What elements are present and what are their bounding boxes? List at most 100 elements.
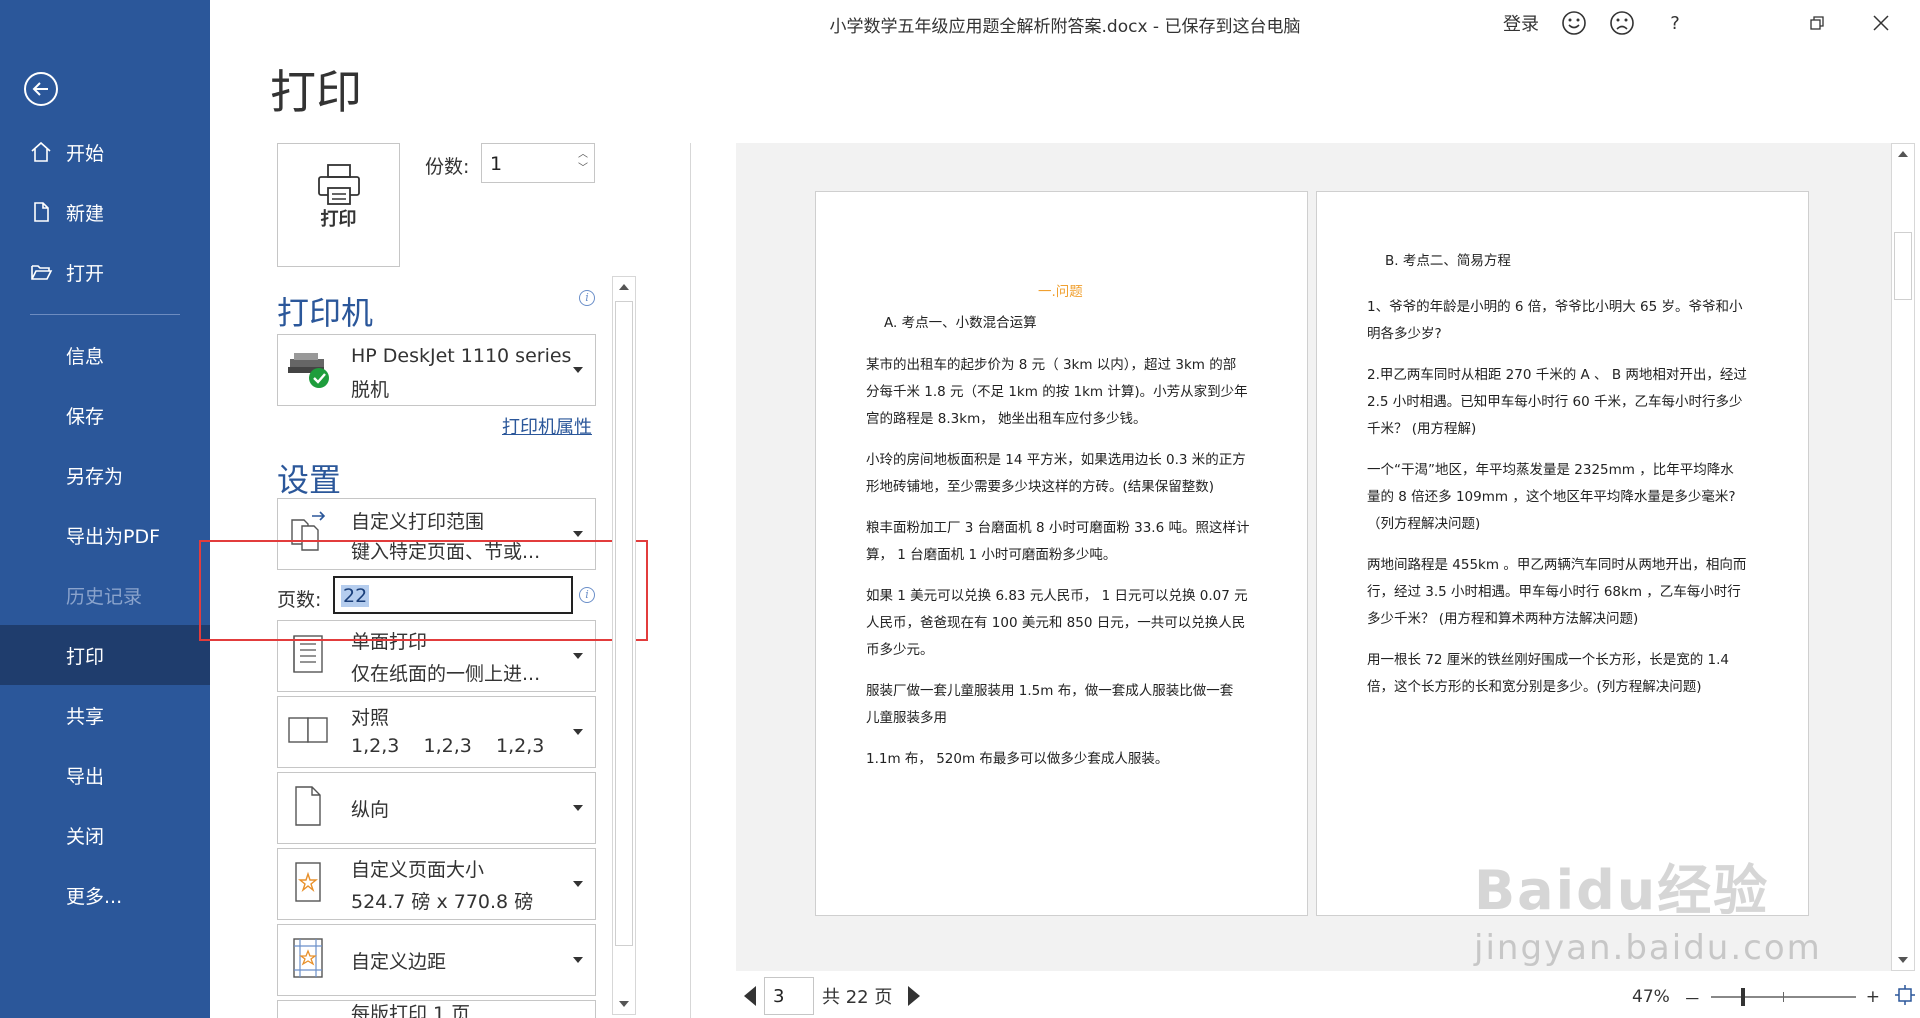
rail-item-open[interactable]: 打开	[0, 242, 210, 302]
rail-item-share[interactable]: 共享	[0, 685, 210, 745]
scroll-down-icon[interactable]	[619, 1001, 629, 1007]
spin-arrows-icon[interactable]: ︿ ﹀	[578, 148, 588, 176]
chevron-down-icon	[573, 531, 583, 537]
rail-divider	[30, 314, 180, 315]
page-text-line: 人民币，爸爸现在有 100 美元和 850 日元，一共可以兑换人民	[866, 615, 1246, 631]
page-text-line: 某市的出租车的起步价为 8 元（ 3km 以内），超过 3km 的部	[866, 357, 1237, 373]
rail-item-label: 导出	[66, 765, 105, 788]
topic-heading: B. 考点二、简易方程	[1385, 253, 1511, 269]
rail-item-label: 开始	[66, 142, 105, 165]
printer-status: 脱机	[351, 379, 390, 401]
settings-scrollbar[interactable]	[612, 276, 636, 1015]
collate-select[interactable]: 对照 1,2,3 1,2,3 1,2,3	[277, 696, 596, 768]
previous-page-icon[interactable]	[744, 986, 756, 1006]
page-text-line: 千米？ (用方程解)	[1367, 421, 1477, 437]
annotation-highlight-box	[199, 540, 648, 641]
preview-scrollbar[interactable]	[1891, 143, 1915, 971]
printer-properties-link[interactable]: 打印机属性	[502, 413, 592, 439]
page-text-line: 2.5 小时相遇。已知甲车每小时行 60 千米，乙车每小时行多少	[1367, 394, 1743, 410]
zoom-slider[interactable]	[1710, 988, 1856, 1006]
pages-per-sheet-select[interactable]: 每版打印 1 页	[277, 1000, 596, 1018]
page-text-line: 宫的路程是 8.3km， 她坐出租车应付多少钱。	[866, 411, 1147, 427]
copies-value: 1	[490, 153, 503, 175]
rail-item-label: 关闭	[66, 825, 105, 848]
margins-select[interactable]: 自定义边距	[277, 924, 596, 996]
chevron-down-icon	[573, 729, 583, 735]
page-text-line: 服装厂做一套儿童服装用 1.5m 布，做一套成人服装比做一套	[866, 683, 1234, 699]
printer-name: HP DeskJet 1110 series	[351, 345, 572, 367]
rail-item-print[interactable]: 打印	[0, 625, 210, 685]
scroll-thumb[interactable]	[615, 301, 633, 946]
chevron-down-icon	[573, 367, 583, 373]
close-window-icon[interactable]	[1866, 8, 1896, 38]
sign-in-link[interactable]: 登录	[1496, 8, 1546, 38]
back-arrow-icon	[32, 82, 48, 96]
restore-window-icon[interactable]	[1802, 8, 1832, 38]
zoom-control: 47% － +	[1632, 982, 1916, 1012]
page-text-line: 分每千米 1.8 元（不足 1km 的按 1km 计算)。小芳从家到少年	[866, 384, 1248, 400]
chevron-down-icon	[573, 881, 583, 887]
rail-item-info[interactable]: 信息	[0, 325, 210, 385]
rail-item-home[interactable]: 开始	[0, 122, 210, 182]
copies-stepper[interactable]: 1 ︿ ﹀	[481, 143, 595, 183]
page-text-line: 两地间路程是 455km 。甲乙两辆汽车同时从两地开出，相向而	[1367, 557, 1747, 573]
settings-heading: 设置	[277, 461, 342, 499]
print-button[interactable]: 打印	[277, 143, 400, 267]
rail-item-new[interactable]: 新建	[0, 182, 210, 242]
zoom-slider-thumb[interactable]	[1740, 988, 1745, 1006]
scroll-up-icon[interactable]	[1898, 151, 1908, 157]
rail-item-export[interactable]: 导出	[0, 745, 210, 805]
rail-item-close[interactable]: 关闭	[0, 805, 210, 865]
chevron-down-icon	[573, 805, 583, 811]
printer-heading: 打印机	[277, 294, 374, 332]
smile-feedback-icon[interactable]	[1558, 8, 1590, 38]
rail-item-save-as[interactable]: 另存为	[0, 445, 210, 505]
scroll-up-icon[interactable]	[619, 284, 629, 290]
home-icon	[0, 140, 66, 164]
page-total: 共 22 页	[822, 987, 893, 1008]
scroll-down-icon[interactable]	[1898, 957, 1908, 963]
collate-icon	[286, 708, 330, 756]
rail-item-save[interactable]: 保存	[0, 385, 210, 445]
rail-item-label: 另存为	[66, 465, 124, 488]
rail-item-label: 新建	[66, 202, 105, 225]
printer-select[interactable]: HP DeskJet 1110 series 脱机	[277, 334, 596, 406]
page-text-line: 2.甲乙两车同时从相距 270 千米的 A 、 B 两地相对开出，经过	[1367, 367, 1747, 383]
page-text-line: 用一根长 72 厘米的铁丝刚好围成一个长方形，长是宽的 1.4	[1367, 652, 1730, 668]
fit-to-window-icon[interactable]	[1894, 984, 1916, 1011]
page-size-icon	[286, 860, 330, 908]
pages-per-sheet-value: 每版打印 1 页	[351, 1003, 471, 1018]
page-text-line: 粮丰面粉加工厂 3 台磨面机 8 小时可磨面粉 33.6 吨。照这样计	[866, 520, 1250, 536]
collate-title: 对照	[351, 707, 390, 729]
orientation-select[interactable]: 纵向	[277, 772, 596, 844]
new-document-icon	[0, 200, 66, 224]
watermark-url: jingyan.baidu.com	[1474, 928, 1822, 968]
backstage-rail: 开始 新建 打开 信息 保存 另存为 导出为PDF 历史记录 打印 共享 导出 …	[0, 0, 210, 1018]
print-button-label: 打印	[320, 209, 357, 230]
margins-icon	[286, 936, 330, 984]
frown-feedback-icon[interactable]	[1606, 8, 1638, 38]
page-text-line: 行，经过 3.5 小时相遇。甲车每小时行 68km ，乙车每小时行	[1367, 584, 1741, 600]
rail-item-export-pdf[interactable]: 导出为PDF	[0, 505, 210, 565]
rail-item-label: 共享	[66, 705, 105, 728]
page-text-line: 多少千米？ (用方程和算术两种方法解决问题)	[1367, 611, 1639, 627]
page-text-line: 1.1m 布， 520m 布最多可以做多少套成人服装。	[866, 751, 1169, 767]
page-size-select[interactable]: 自定义页面大小 524.7 磅 x 770.8 磅	[277, 848, 596, 920]
back-button[interactable]	[24, 72, 58, 106]
next-page-icon[interactable]	[908, 986, 921, 1006]
info-icon[interactable]: i	[579, 290, 595, 306]
page-text-line: 小玲的房间地板面积是 14 平方米，如果选用边长 0.3 米的正方	[866, 452, 1246, 468]
rail-item-history: 历史记录	[0, 565, 210, 625]
rail-item-more[interactable]: 更多...	[0, 865, 210, 925]
page-text-line: 如果 1 美元可以兑换 6.83 元人民币， 1 日元可以兑换 0.07 元	[866, 588, 1248, 604]
range-title: 自定义打印范围	[351, 511, 485, 533]
scroll-thumb[interactable]	[1894, 232, 1912, 300]
topic-heading: A. 考点一、小数混合运算	[884, 315, 1037, 331]
page-title: 打印	[270, 65, 362, 119]
current-page-input[interactable]: 3	[764, 977, 814, 1015]
zoom-out-button[interactable]: －	[1684, 985, 1701, 1010]
collate-description: 1,2,3 1,2,3 1,2,3	[351, 735, 545, 757]
page-size-title: 自定义页面大小	[351, 859, 485, 881]
help-button[interactable]: ?	[1660, 8, 1690, 38]
zoom-in-button[interactable]: +	[1866, 987, 1880, 1007]
